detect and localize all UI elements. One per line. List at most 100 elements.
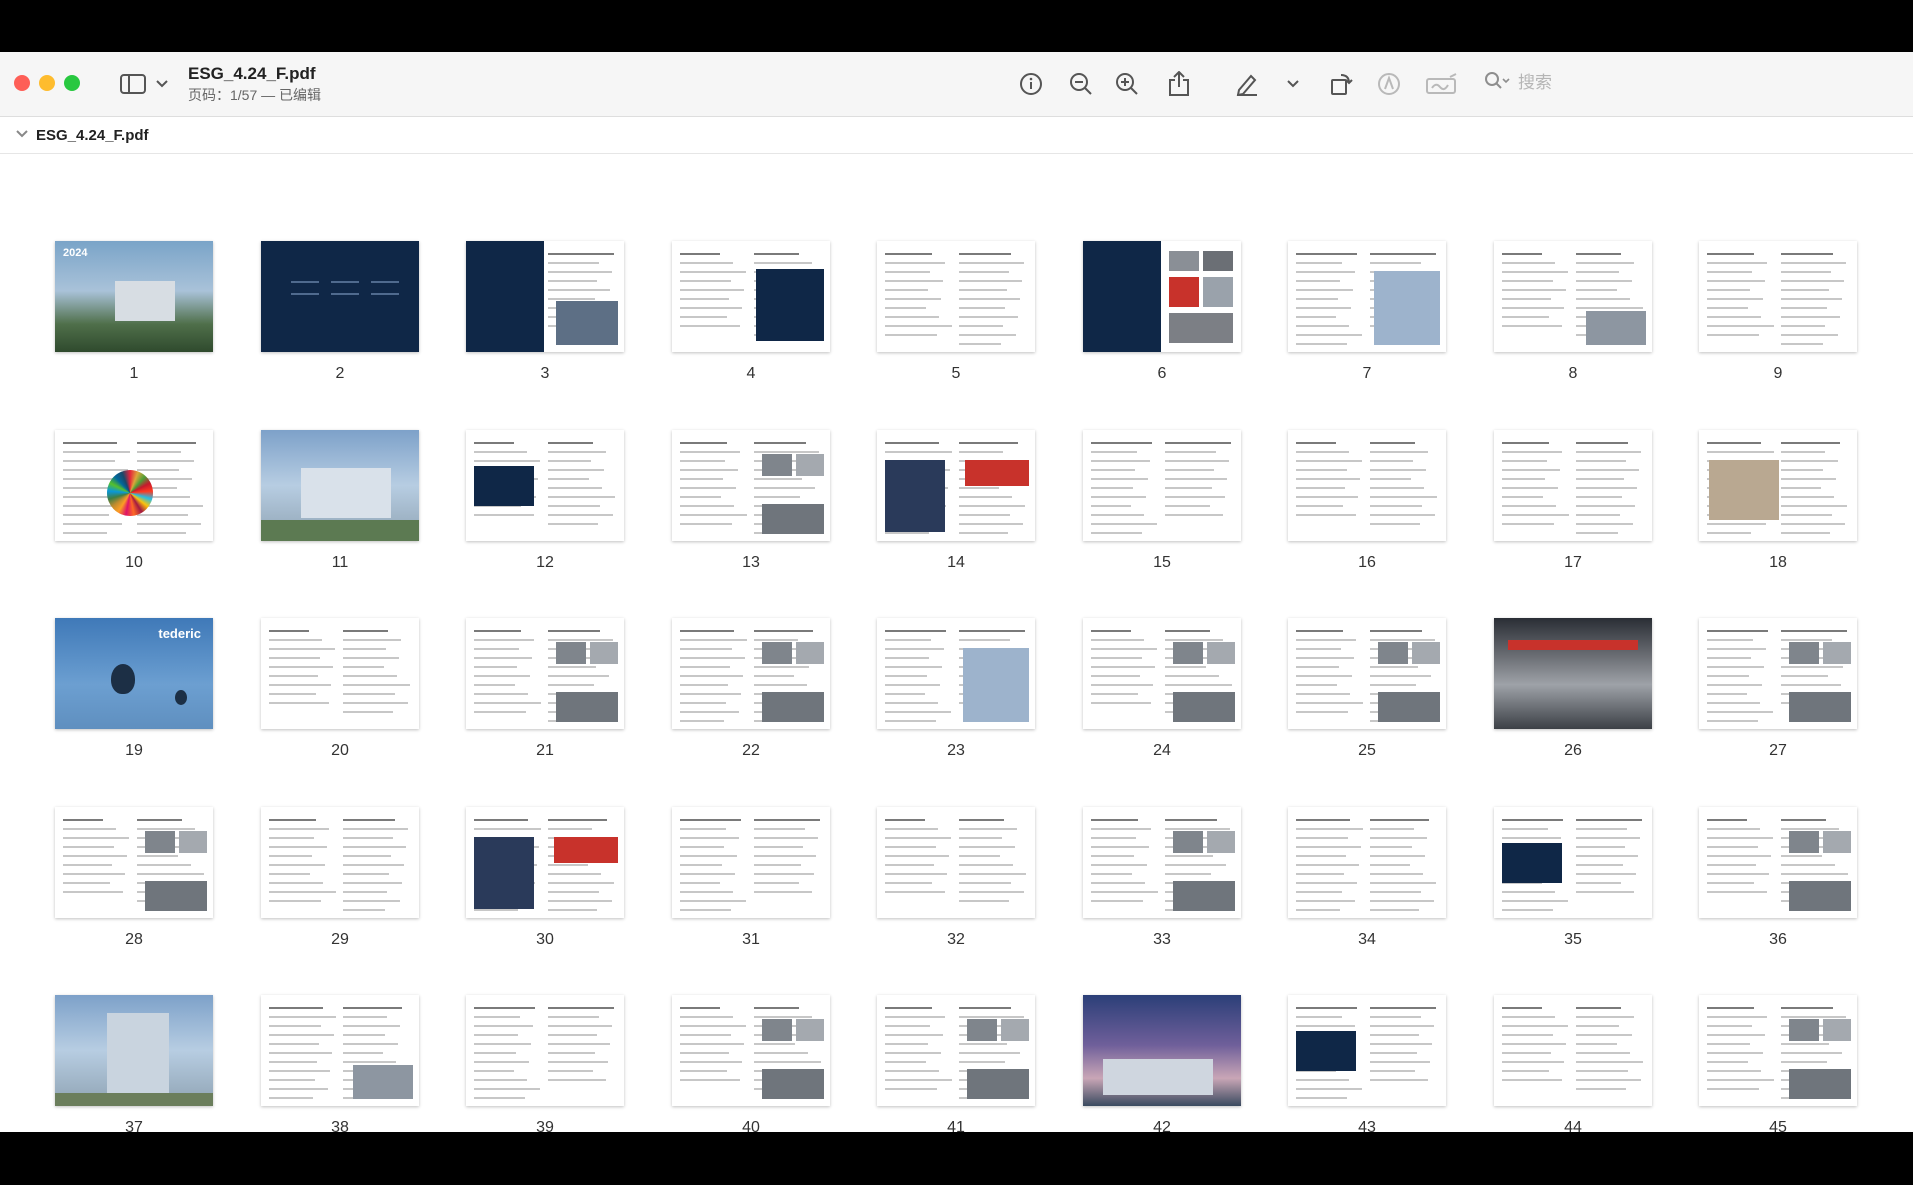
page-thumbnail-26[interactable]: 26: [1494, 618, 1654, 793]
page-thumbnail-25[interactable]: 25: [1288, 618, 1448, 793]
page-thumbnail-31[interactable]: 31: [672, 807, 832, 982]
page-thumbnail-19[interactable]: tederic 19: [55, 618, 215, 793]
page-thumbnail-image[interactable]: [1494, 241, 1652, 352]
page-thumbnail-image[interactable]: [1288, 807, 1446, 918]
page-thumbnail-41[interactable]: 41: [877, 995, 1037, 1132]
page-thumbnail-image[interactable]: [1699, 807, 1857, 918]
page-thumbnail-image[interactable]: [1699, 995, 1857, 1106]
page-thumbnail-7[interactable]: 7: [1288, 241, 1448, 416]
page-thumbnail-38[interactable]: 38: [261, 995, 421, 1132]
page-thumbnail-image[interactable]: [672, 807, 830, 918]
markup-menu-button[interactable]: [1283, 68, 1303, 100]
page-thumbnail-44[interactable]: 44: [1494, 995, 1654, 1132]
page-thumbnail-image[interactable]: [1494, 807, 1652, 918]
page-thumbnail-12[interactable]: 12: [466, 430, 626, 605]
page-thumbnail-image[interactable]: [1083, 430, 1241, 541]
page-thumbnail-image[interactable]: [466, 618, 624, 729]
page-thumbnail-image[interactable]: [672, 241, 830, 352]
page-thumbnail-33[interactable]: 33: [1083, 807, 1243, 982]
page-thumbnail-11[interactable]: 11: [261, 430, 421, 605]
page-thumbnail-image[interactable]: [1288, 995, 1446, 1106]
page-thumbnail-21[interactable]: 21: [466, 618, 626, 793]
page-thumbnail-image[interactable]: [55, 807, 213, 918]
page-thumbnail-6[interactable]: 6: [1083, 241, 1243, 416]
page-thumbnail-39[interactable]: 39: [466, 995, 626, 1132]
page-thumbnail-image[interactable]: [1288, 241, 1446, 352]
page-thumbnail-image[interactable]: [877, 995, 1035, 1106]
page-thumbnail-image[interactable]: [466, 430, 624, 541]
page-thumbnail-24[interactable]: 24: [1083, 618, 1243, 793]
page-thumbnail-14[interactable]: 14: [877, 430, 1037, 605]
share-button[interactable]: [1164, 68, 1194, 100]
page-thumbnail-image[interactable]: [466, 995, 624, 1106]
page-thumbnail-image[interactable]: [1494, 618, 1652, 729]
page-thumbnail-image[interactable]: [1699, 241, 1857, 352]
page-thumbnail-image[interactable]: [261, 995, 419, 1106]
document-title[interactable]: ESG_4.24_F.pdf: [188, 64, 316, 84]
page-thumbnail-1[interactable]: 2024 1: [55, 241, 215, 416]
page-thumbnail-42[interactable]: 42: [1083, 995, 1243, 1132]
page-thumbnail-4[interactable]: 4: [672, 241, 832, 416]
page-thumbnail-3[interactable]: 3: [466, 241, 626, 416]
zoom-in-button[interactable]: [1112, 68, 1142, 100]
page-thumbnail-9[interactable]: 9: [1699, 241, 1859, 416]
minimize-window-button[interactable]: [39, 75, 55, 91]
page-thumbnail-15[interactable]: 15: [1083, 430, 1243, 605]
close-window-button[interactable]: [14, 75, 30, 91]
zoom-out-button[interactable]: [1066, 68, 1096, 100]
page-thumbnail-image[interactable]: [672, 618, 830, 729]
search-field[interactable]: [1482, 66, 1902, 100]
page-thumbnail-2[interactable]: 2: [261, 241, 421, 416]
page-thumbnail-image[interactable]: [1288, 618, 1446, 729]
page-thumbnail-17[interactable]: 17: [1494, 430, 1654, 605]
page-thumbnail-36[interactable]: 36: [1699, 807, 1859, 982]
page-thumbnail-image[interactable]: [672, 995, 830, 1106]
page-thumbnail-10[interactable]: 10: [55, 430, 215, 605]
page-thumbnail-32[interactable]: 32: [877, 807, 1037, 982]
page-thumbnail-image[interactable]: [1083, 618, 1241, 729]
signature-button[interactable]: [1424, 68, 1460, 100]
page-thumbnail-30[interactable]: 30: [466, 807, 626, 982]
page-thumbnail-image[interactable]: [672, 430, 830, 541]
page-thumbnail-34[interactable]: 34: [1288, 807, 1448, 982]
page-thumbnail-image[interactable]: [877, 241, 1035, 352]
page-thumbnail-5[interactable]: 5: [877, 241, 1037, 416]
page-thumbnail-29[interactable]: 29: [261, 807, 421, 982]
page-thumbnail-image[interactable]: [261, 241, 419, 352]
markup-button[interactable]: [1232, 68, 1262, 100]
page-thumbnail-image[interactable]: [877, 618, 1035, 729]
page-thumbnail-image[interactable]: [1494, 995, 1652, 1106]
page-thumbnail-16[interactable]: 16: [1288, 430, 1448, 605]
rotate-button[interactable]: [1326, 68, 1356, 100]
page-thumbnail-45[interactable]: 45: [1699, 995, 1859, 1132]
page-thumbnail-18[interactable]: 18: [1699, 430, 1859, 605]
page-thumbnail-image[interactable]: [261, 430, 419, 541]
page-thumbnail-image[interactable]: [1083, 995, 1241, 1106]
page-thumbnail-image[interactable]: [55, 430, 213, 541]
page-thumbnail-image[interactable]: tederic: [55, 618, 213, 729]
page-thumbnail-image[interactable]: [466, 241, 624, 352]
page-thumbnail-13[interactable]: 13: [672, 430, 832, 605]
page-thumbnail-image[interactable]: 2024: [55, 241, 213, 352]
page-thumbnail-image[interactable]: [466, 807, 624, 918]
page-thumbnail-image[interactable]: [1288, 430, 1446, 541]
page-thumbnail-35[interactable]: 35: [1494, 807, 1654, 982]
page-thumbnail-23[interactable]: 23: [877, 618, 1037, 793]
page-thumbnail-37[interactable]: 37: [55, 995, 215, 1132]
page-thumbnail-image[interactable]: [1699, 618, 1857, 729]
page-thumbnail-image[interactable]: [1494, 430, 1652, 541]
page-thumbnail-8[interactable]: 8: [1494, 241, 1654, 416]
page-thumbnail-image[interactable]: [261, 807, 419, 918]
page-thumbnail-28[interactable]: 28: [55, 807, 215, 982]
page-thumbnail-20[interactable]: 20: [261, 618, 421, 793]
sidebar-toggle-button[interactable]: [118, 68, 148, 100]
page-thumbnail-40[interactable]: 40: [672, 995, 832, 1132]
highlight-button[interactable]: [1374, 68, 1404, 100]
page-thumbnail-image[interactable]: [261, 618, 419, 729]
outline-header[interactable]: ESG_4.24_F.pdf: [0, 117, 1913, 154]
page-thumbnail-43[interactable]: 43: [1288, 995, 1448, 1132]
disclosure-chevron-icon[interactable]: [16, 129, 28, 141]
page-thumbnail-image[interactable]: [1699, 430, 1857, 541]
page-thumbnail-image[interactable]: [1083, 241, 1241, 352]
page-thumbnail-27[interactable]: 27: [1699, 618, 1859, 793]
